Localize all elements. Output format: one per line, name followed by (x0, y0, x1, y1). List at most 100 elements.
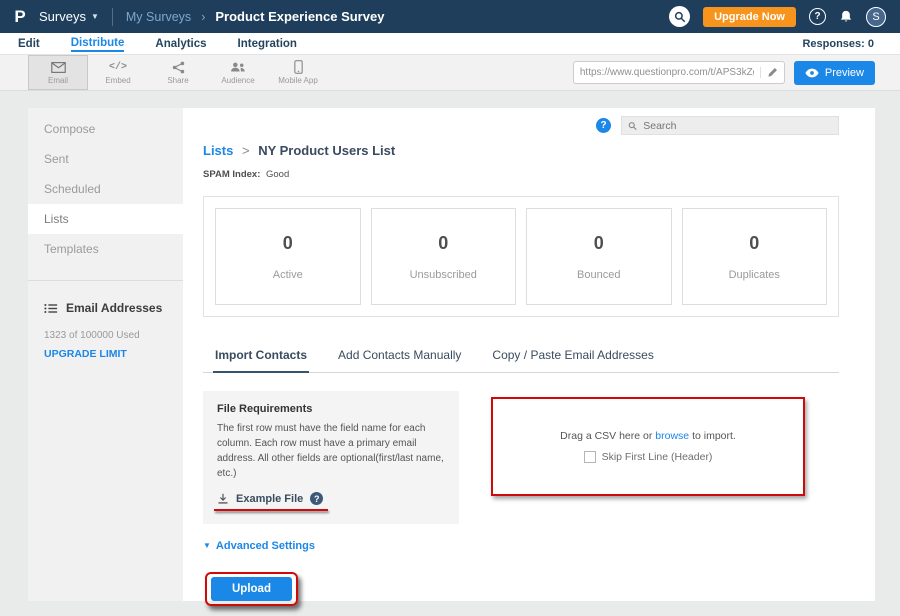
email-icon (51, 60, 66, 74)
list-help-icon[interactable]: ? (596, 118, 611, 133)
eye-icon (805, 68, 819, 78)
header-divider (112, 8, 113, 26)
survey-url: https://www.questionpro.com/t/APS3kZgfo (580, 67, 754, 78)
browse-link[interactable]: browse (655, 430, 689, 442)
stat-value: 0 (594, 233, 604, 254)
logo-letter: P (14, 7, 25, 26)
search-icon (628, 121, 637, 131)
search-icon (674, 11, 686, 23)
nav-item-integration[interactable]: Integration (238, 36, 297, 51)
stat-label: Duplicates (729, 269, 780, 281)
breadcrumb-lists-link[interactable]: Lists (203, 143, 233, 158)
help-glyph: ? (600, 120, 606, 131)
sidebar-item-sent[interactable]: Sent (28, 144, 183, 174)
stat-label: Active (273, 269, 303, 281)
annotation-underline (214, 509, 328, 512)
skip-first-line-label: Skip First Line (Header) (602, 451, 713, 463)
tab-copy-paste-email-addresses[interactable]: Copy / Paste Email Addresses (490, 343, 655, 372)
url-preview-group: https://www.questionpro.com/t/APS3kZgfo … (573, 61, 875, 85)
list-stats-panel: 0 Active 0 Unsubscribed 0 Bounced 0 Dupl… (203, 196, 839, 317)
example-file-link[interactable]: Example File ? (217, 492, 323, 505)
channel-label: Audience (221, 76, 254, 85)
sidebar-item-lists[interactable]: Lists (28, 204, 183, 234)
channel-label: Mobile App (278, 76, 318, 85)
file-requirements-box: File Requirements The first row must hav… (203, 391, 459, 524)
search-input[interactable] (643, 120, 832, 132)
channel-label: Email (48, 76, 68, 85)
survey-nav: Edit Distribute Analytics Integration Re… (0, 33, 900, 55)
stat-label: Bounced (577, 269, 620, 281)
stat-value: 0 (283, 233, 293, 254)
drop-text-prefix: Drag a CSV here or (560, 430, 652, 442)
list-breadcrumb: Lists > NY Product Users List (203, 143, 839, 158)
channel-audience[interactable]: Audience (208, 55, 268, 90)
list-icon (44, 303, 58, 314)
csv-dropzone-annotated[interactable]: Drag a CSV here or browse to import. Ski… (491, 397, 805, 496)
channel-share[interactable]: Share (148, 55, 208, 90)
upgrade-now-button[interactable]: Upgrade Now (703, 7, 796, 27)
content-area: Compose Sent Scheduled Lists Templates E… (28, 108, 875, 601)
tab-add-contacts-manually[interactable]: Add Contacts Manually (336, 343, 463, 372)
spam-index-value: Good (266, 169, 289, 180)
example-file-help-icon[interactable]: ? (310, 492, 323, 505)
email-addresses-header: Email Addresses (44, 301, 167, 315)
channel-embed[interactable]: </> Embed (88, 55, 148, 90)
preview-label: Preview (825, 67, 864, 79)
channel-label: Embed (105, 76, 130, 85)
preview-button[interactable]: Preview (794, 61, 875, 85)
sidebar-item-templates[interactable]: Templates (28, 234, 183, 264)
surveys-dropdown[interactable]: Surveys ▼ (39, 9, 99, 24)
nav-item-distribute[interactable]: Distribute (71, 35, 125, 52)
caret-down-icon: ▼ (91, 12, 99, 21)
header-search-button[interactable] (669, 6, 690, 27)
questionpro-logo[interactable]: P (10, 7, 30, 27)
help-glyph: ? (314, 494, 320, 504)
email-sidebar: Compose Sent Scheduled Lists Templates E… (28, 108, 183, 601)
contacts-tabs: Import Contacts Add Contacts Manually Co… (203, 343, 839, 373)
stat-value: 0 (438, 233, 448, 254)
advanced-settings-toggle[interactable]: ▼ Advanced Settings (203, 540, 315, 552)
edit-url-pencil-icon[interactable] (760, 67, 778, 78)
drop-text-suffix: to import. (692, 430, 736, 442)
caret-down-icon: ▼ (203, 541, 211, 550)
email-addresses-title: Email Addresses (66, 301, 162, 315)
channel-mobile-app[interactable]: Mobile App (268, 55, 328, 90)
help-icon[interactable]: ? (809, 8, 826, 25)
distribute-toolbar: Email </> Embed Share (0, 55, 900, 91)
tab-import-contacts[interactable]: Import Contacts (213, 343, 309, 373)
survey-url-field[interactable]: https://www.questionpro.com/t/APS3kZgfo (573, 61, 785, 84)
nav-item-analytics[interactable]: Analytics (155, 36, 206, 51)
breadcrumb-current-list: NY Product Users List (258, 143, 395, 158)
advanced-settings-label: Advanced Settings (216, 540, 315, 552)
breadcrumb-my-surveys[interactable]: My Surveys (126, 10, 191, 24)
top-bar: P Surveys ▼ My Surveys › Product Experie… (0, 0, 900, 33)
upload-button[interactable]: Upload (211, 577, 292, 601)
upgrade-limit-link[interactable]: UPGRADE LIMIT (44, 348, 127, 360)
user-avatar[interactable]: S (866, 7, 886, 27)
sidebar-item-compose[interactable]: Compose (28, 114, 183, 144)
header-actions: Upgrade Now ? S (669, 6, 886, 27)
lists-main-panel: ? Lists > NY Product Users List SPAM Ind… (183, 108, 875, 601)
channel-email[interactable]: Email (28, 55, 88, 90)
list-search-row: ? (203, 116, 839, 135)
sidebar-item-scheduled[interactable]: Scheduled (28, 174, 183, 204)
help-glyph: ? (814, 11, 820, 22)
skip-first-line-row: Skip First Line (Header) (584, 451, 713, 463)
email-usage-count: 1323 of 100000 Used (44, 330, 167, 341)
file-requirements-text: The first row must have the field name f… (217, 421, 445, 481)
avatar-initial: S (872, 11, 879, 23)
share-icon (172, 60, 185, 74)
channel-label: Share (167, 76, 188, 85)
spam-index: SPAM Index: Good (203, 169, 839, 180)
nav-item-edit[interactable]: Edit (18, 36, 40, 51)
notifications-bell-icon[interactable] (839, 9, 853, 24)
list-search-box[interactable] (621, 116, 839, 135)
skip-first-line-checkbox[interactable] (584, 451, 596, 463)
breadcrumb-separator-icon: › (201, 10, 205, 24)
stat-value: 0 (749, 233, 759, 254)
stat-label: Unsubscribed (410, 269, 477, 281)
mobile-phone-icon (294, 60, 303, 74)
channel-tabs: Email </> Embed Share (28, 55, 328, 90)
survey-title: Product Experience Survey (215, 9, 384, 24)
dropzone-text: Drag a CSV here or browse to import. (560, 430, 736, 442)
